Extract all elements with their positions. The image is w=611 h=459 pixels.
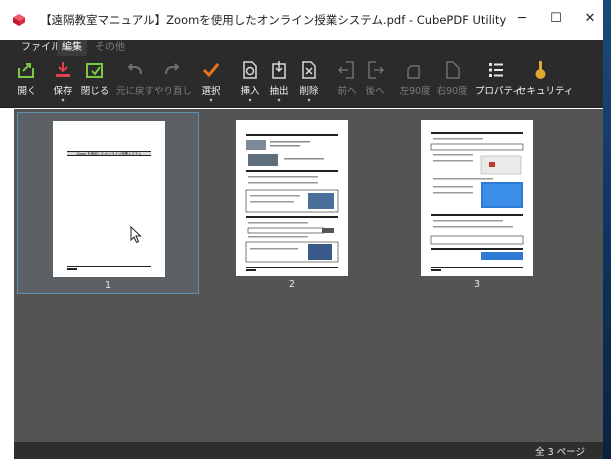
insert-label: 挿入 (240, 86, 260, 97)
close-file-button[interactable]: 閉じる (80, 60, 110, 97)
delete-button[interactable]: 削除 ▾ (296, 60, 322, 104)
page-2-preview (236, 120, 348, 276)
select-button[interactable]: 選択 ▾ (198, 60, 224, 104)
app-window: 【遠隔教室マニュアル】Zoomを使用したオンライン授業システム.pdf - Cu… (0, 0, 603, 459)
save-download-icon (56, 62, 70, 77)
undo-arrow-icon (127, 63, 142, 75)
redo-button[interactable]: やり直し (154, 60, 193, 97)
page-thumbnail-1[interactable]: Zoom を使用したオンライン授業システム 1 (17, 112, 199, 294)
page-number-2: 2 (288, 279, 296, 290)
menu-bar: ファイル 編集 その他 (0, 40, 603, 56)
move-next-button[interactable]: 後へ (362, 60, 388, 97)
mouse-cursor-icon (130, 226, 142, 244)
status-bar: 全 3 ページ (14, 442, 603, 459)
page-1-content: Zoom を使用したオンライン授業システム (67, 151, 151, 270)
extract-dropdown-arrow[interactable]: ▾ (266, 98, 292, 104)
rotate-left-button[interactable]: 左90度 (398, 60, 432, 97)
menu-edit[interactable]: 編集 (57, 40, 87, 56)
move-next-icon (368, 61, 385, 79)
insert-button[interactable]: 挿入 ▾ (237, 60, 263, 104)
move-previous-label: 前へ (337, 86, 357, 97)
page-number-1: 1 (104, 280, 112, 291)
extract-page-icon (272, 61, 286, 79)
rotate-left-label: 左90度 (399, 86, 431, 97)
page-2-content (245, 134, 339, 271)
open-label: 開く (17, 86, 37, 97)
title-bar[interactable]: 【遠隔教室マニュアル】Zoomを使用したオンライン授業システム.pdf - Cu… (0, 0, 603, 40)
move-next-label: 後へ (365, 86, 385, 97)
properties-list-icon (489, 63, 503, 77)
page-thumbnail-area[interactable]: Zoom を使用したオンライン授業システム 1 2 3 (14, 109, 603, 442)
select-label: 選択 (201, 86, 221, 97)
insert-dropdown-arrow[interactable]: ▾ (237, 98, 263, 104)
menu-other[interactable]: その他 (90, 40, 130, 56)
close-window-button[interactable]: ✕ (574, 6, 603, 32)
open-button[interactable]: 開く (14, 60, 40, 97)
security-key-icon (535, 61, 546, 79)
extract-button[interactable]: 抽出 ▾ (266, 60, 292, 104)
properties-button[interactable]: プロパティ (475, 60, 522, 97)
rotate-right-icon (446, 61, 460, 79)
security-label: セキュリティ (517, 86, 574, 97)
undo-label: 元に戻す (116, 86, 155, 97)
save-button[interactable]: 保存 ▾ (50, 60, 76, 104)
page-thumbnail-3[interactable]: 3 (386, 112, 568, 294)
page-number-3: 3 (473, 279, 481, 290)
save-dropdown-arrow[interactable]: ▾ (50, 98, 76, 104)
maximize-button[interactable]: ☐ (540, 6, 572, 32)
delete-dropdown-arrow[interactable]: ▾ (296, 98, 322, 104)
page-thumbnail-2[interactable]: 2 (201, 112, 383, 294)
open-folder-icon (18, 63, 34, 78)
move-previous-icon (337, 61, 354, 79)
move-previous-button[interactable]: 前へ (334, 60, 360, 97)
save-label: 保存 (53, 86, 73, 97)
page-1-preview: Zoom を使用したオンライン授業システム (53, 121, 165, 277)
checkmark-icon (202, 63, 220, 78)
minimize-button[interactable]: ─ (506, 6, 538, 32)
undo-button[interactable]: 元に戻す (116, 60, 154, 97)
page-3-content (430, 132, 524, 271)
delete-label: 削除 (299, 86, 319, 97)
close-file-icon (86, 63, 103, 78)
redo-label: やり直し (154, 86, 193, 97)
rotate-right-label: 右90度 (436, 86, 468, 97)
redo-arrow-icon (165, 63, 180, 75)
ribbon-toolbar: 開く 保存 ▾ 閉じる 元に戻す やり直し 選択 ▾ 挿入 ▾ 抽出 ▾ 削除 … (0, 56, 603, 108)
cubepdf-app-icon (13, 14, 25, 26)
page-3-preview (421, 120, 533, 276)
window-title: 【遠隔教室マニュアル】Zoomを使用したオンライン授業システム.pdf - Cu… (40, 13, 507, 27)
page-1-heading: Zoom を使用したオンライン授業システム (77, 151, 143, 156)
total-pages-status: 全 3 ページ (535, 447, 585, 458)
delete-page-icon (302, 61, 316, 79)
rotate-left-icon (407, 65, 420, 79)
properties-label: プロパティ (475, 86, 522, 97)
rotate-right-button[interactable]: 右90度 (434, 60, 470, 97)
select-dropdown-arrow[interactable]: ▾ (198, 98, 224, 104)
extract-label: 抽出 (269, 86, 289, 97)
security-button[interactable]: セキュリティ (517, 60, 574, 97)
close-file-label: 閉じる (80, 86, 110, 97)
insert-page-icon (243, 61, 257, 79)
